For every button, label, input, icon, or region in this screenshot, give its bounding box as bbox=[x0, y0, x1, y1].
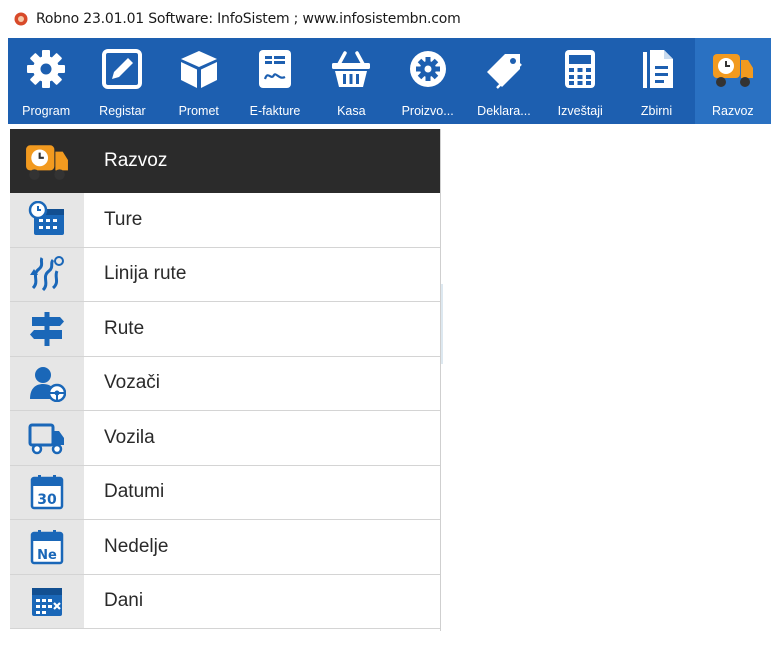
menu-item-linija-rute[interactable]: Linija rute bbox=[10, 247, 440, 302]
toolbar-zbirni[interactable]: Zbirni bbox=[618, 38, 694, 124]
menu-item-vozaci[interactable]: Vozači bbox=[10, 356, 440, 411]
content-area bbox=[443, 129, 771, 657]
window-title: Robno 23.01.01 Software: InfoSistem ; ww… bbox=[36, 11, 461, 27]
toolbar-label: Razvoz bbox=[711, 104, 754, 118]
route-line-icon bbox=[30, 256, 64, 292]
menu-item-label: Vozači bbox=[104, 372, 160, 394]
toolbar-label: Deklara... bbox=[477, 104, 531, 118]
toolbar-label: Registar bbox=[99, 104, 146, 118]
toolbar-deklaracije[interactable]: Deklara... bbox=[466, 38, 542, 124]
menu-item-label: Linija rute bbox=[104, 263, 187, 285]
toolbar-label: Izveštaji bbox=[557, 104, 603, 118]
menu-item-label: Vozila bbox=[104, 426, 155, 448]
title-bar: Robno 23.01.01 Software: InfoSistem ; ww… bbox=[0, 0, 771, 38]
calendar-30-icon: 30 bbox=[30, 475, 64, 510]
menu-item-ture[interactable]: Ture bbox=[10, 193, 440, 248]
production-gear-icon bbox=[409, 51, 446, 87]
toolbar-registar[interactable]: Registar bbox=[84, 38, 160, 124]
menu-item-label: Nedelje bbox=[104, 535, 169, 557]
menu-item-nedelje[interactable]: Ne Nedelje bbox=[10, 520, 440, 575]
toolbar-label: Proizvo... bbox=[401, 104, 454, 118]
toolbar-label: Kasa bbox=[337, 104, 366, 118]
toolbar-promet[interactable]: Promet bbox=[161, 38, 237, 124]
calendar-grid-icon bbox=[32, 588, 62, 617]
e-invoice-icon bbox=[259, 50, 292, 88]
document-icon bbox=[642, 50, 673, 88]
box-icon bbox=[180, 51, 217, 88]
menu-item-dani[interactable]: Dani bbox=[10, 574, 440, 629]
menu-item-datumi[interactable]: 30 Datumi bbox=[10, 465, 440, 520]
toolbar-label: Program bbox=[22, 104, 71, 118]
toolbar-razvoz[interactable]: Razvoz bbox=[694, 38, 771, 124]
driver-icon bbox=[30, 367, 66, 403]
delivery-truck-icon bbox=[712, 54, 753, 87]
menu-item-rute[interactable]: Rute bbox=[10, 302, 440, 357]
tag-icon bbox=[486, 54, 522, 89]
edit-icon bbox=[102, 49, 143, 89]
basket-icon bbox=[332, 51, 371, 87]
menu-item-label: Rute bbox=[104, 317, 145, 339]
calendar-ne-icon: Ne bbox=[30, 529, 64, 564]
signpost-icon bbox=[30, 311, 64, 346]
menu-header: Razvoz bbox=[10, 129, 440, 193]
toolbar-program[interactable]: Program bbox=[8, 38, 84, 124]
toolbar-e-fakture[interactable]: E-fakture bbox=[237, 38, 313, 124]
toolbar-izvestaji[interactable]: Izveštaji bbox=[542, 38, 618, 124]
app-icon bbox=[14, 12, 28, 26]
calendar-number: 30 bbox=[37, 492, 57, 508]
toolbar-label: Promet bbox=[178, 104, 219, 118]
toolbar-label: Zbirni bbox=[640, 104, 673, 118]
razvoz-menu: Razvoz Ture Linija rute Rute Vozači Vozi… bbox=[10, 129, 441, 631]
main-toolbar: Program Registar Promet E-fakture Kasa P… bbox=[8, 38, 771, 124]
menu-item-label: Dani bbox=[104, 590, 144, 612]
menu-item-label: Ture bbox=[104, 208, 143, 230]
menu-item-label: Datumi bbox=[104, 481, 165, 503]
schedule-icon bbox=[28, 200, 64, 235]
toolbar-proizvodnja[interactable]: Proizvo... bbox=[389, 38, 465, 124]
toolbar-kasa[interactable]: Kasa bbox=[313, 38, 389, 124]
calculator-icon bbox=[565, 50, 596, 88]
gear-icon bbox=[27, 50, 66, 88]
toolbar-label: E-fakture bbox=[249, 104, 301, 118]
menu-item-vozila[interactable]: Vozila bbox=[10, 411, 440, 466]
calendar-label: Ne bbox=[37, 548, 57, 563]
menu-title: Razvoz bbox=[104, 150, 168, 171]
truck-icon bbox=[28, 423, 64, 454]
delivery-truck-icon bbox=[26, 145, 68, 180]
